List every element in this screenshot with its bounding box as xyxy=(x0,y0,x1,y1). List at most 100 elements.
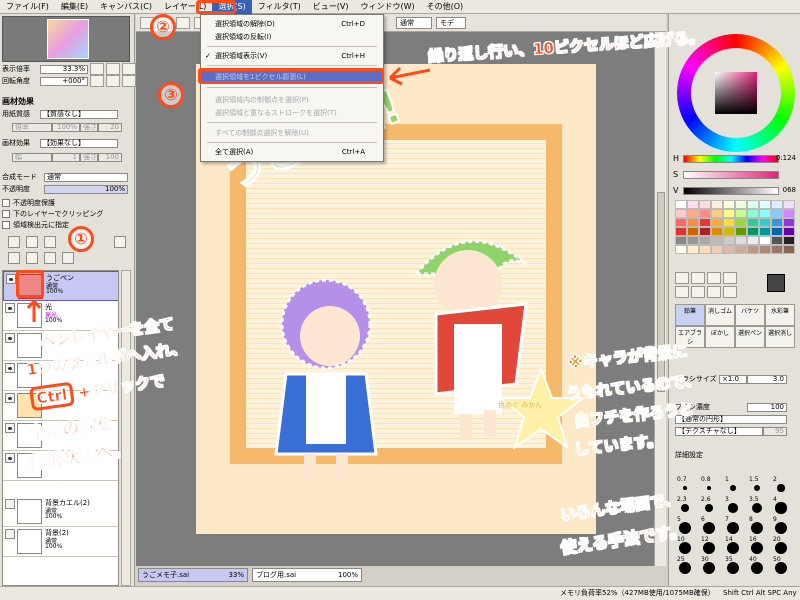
brush-size-dot[interactable] xyxy=(703,562,715,574)
color-swatch[interactable] xyxy=(723,245,735,254)
color-swatch[interactable] xyxy=(735,245,747,254)
color-swatch[interactable] xyxy=(771,236,783,245)
color-swatch[interactable] xyxy=(723,218,735,227)
color-swatch[interactable] xyxy=(699,236,711,245)
brush-density-field[interactable]: 100 xyxy=(747,402,787,412)
toolbar-blend-select[interactable]: 通常 xyxy=(396,16,432,29)
color-swatch[interactable] xyxy=(723,200,735,209)
color-swatch[interactable] xyxy=(723,209,735,218)
brush-size-dot[interactable] xyxy=(679,562,691,574)
layer-scrollbar[interactable] xyxy=(121,270,131,586)
color-swatch[interactable] xyxy=(711,209,723,218)
color-swatch[interactable] xyxy=(747,209,759,218)
rotate-left-button[interactable] xyxy=(90,75,104,87)
visibility-eye-icon[interactable] xyxy=(5,453,15,463)
color-swatch[interactable] xyxy=(759,209,771,218)
brush-size-dot[interactable] xyxy=(751,522,763,534)
lasso-tool-icon[interactable] xyxy=(691,272,705,284)
color-swatch[interactable] xyxy=(759,245,771,254)
brush-eraser[interactable]: 消しゴム xyxy=(705,304,735,326)
brush-size-dot[interactable] xyxy=(730,485,736,491)
protect-opacity-checkbox[interactable] xyxy=(2,199,10,207)
clear-layer-icon[interactable] xyxy=(44,252,56,264)
color-swatch[interactable] xyxy=(783,227,795,236)
layer-item[interactable]: 背景カエル(2) 通常 100% xyxy=(3,497,118,527)
document-tab[interactable]: うごメモ子.sai 33% xyxy=(138,568,248,582)
color-swatch[interactable] xyxy=(747,200,759,209)
color-swatch[interactable] xyxy=(699,200,711,209)
menu-view[interactable]: ビュー(V) xyxy=(307,0,355,14)
menu-deselect-control-points[interactable]: すべての制御点選択を解除(U) xyxy=(201,127,383,139)
brush-size-dot[interactable] xyxy=(681,504,689,512)
opacity-slider[interactable]: 100% xyxy=(44,184,128,194)
menu-other[interactable]: その他(O) xyxy=(421,0,470,14)
menu-show-selection[interactable]: ✓ 選択領域表示(V) Ctrl+H xyxy=(201,50,383,62)
brush-bucket[interactable]: バケツ xyxy=(735,304,765,326)
color-swatch[interactable] xyxy=(687,218,699,227)
menu-select-strokes[interactable]: 選択領域と重なるストロークを選択(T) xyxy=(201,107,383,119)
brush-size-dot[interactable] xyxy=(751,542,763,554)
rotate-right-button[interactable] xyxy=(106,75,120,87)
new-linework-layer-icon[interactable] xyxy=(26,236,38,248)
brush-size-dot[interactable] xyxy=(703,542,715,554)
color-swatch[interactable] xyxy=(699,218,711,227)
value-slider[interactable] xyxy=(683,187,779,195)
texture-select[interactable]: 【質感なし】 xyxy=(40,109,118,119)
color-swatch[interactable] xyxy=(711,200,723,209)
brush-size-dot[interactable] xyxy=(728,503,738,513)
new-layer-icon[interactable] xyxy=(8,236,20,248)
brush-size-dot[interactable] xyxy=(777,484,785,492)
hand-tool-icon[interactable] xyxy=(723,286,737,298)
color-swatch[interactable] xyxy=(711,227,723,236)
texture-strength-field[interactable]: 20 xyxy=(98,122,122,132)
color-swatch[interactable] xyxy=(675,209,687,218)
brush-size-dot[interactable] xyxy=(775,502,787,514)
color-swatch[interactable] xyxy=(771,218,783,227)
effect-select[interactable]: 【効果なし】 xyxy=(40,138,118,148)
brush-size-dot[interactable] xyxy=(727,542,739,554)
foreground-color-swatch[interactable] xyxy=(767,274,785,292)
layer-item[interactable]: 背景(2) 通常 100% xyxy=(3,527,118,557)
menu-filter[interactable]: フィルタ(T) xyxy=(252,0,307,14)
color-swatch[interactable] xyxy=(735,227,747,236)
brush-size-dot[interactable] xyxy=(679,542,691,554)
brush-detail-label[interactable]: 詳細設定 xyxy=(675,450,703,460)
zoom-in-button[interactable] xyxy=(106,63,120,75)
menu-window[interactable]: ウィンドウ(W) xyxy=(354,0,420,14)
copy-layer-icon[interactable] xyxy=(8,252,20,264)
color-swatch[interactable] xyxy=(747,245,759,254)
navigator[interactable] xyxy=(2,16,130,62)
canvas-vertical-scrollbar[interactable] xyxy=(654,32,666,566)
color-swatch[interactable] xyxy=(723,227,735,236)
color-swatch[interactable] xyxy=(771,209,783,218)
visibility-eye-icon[interactable] xyxy=(5,303,15,313)
color-swatch[interactable] xyxy=(747,227,759,236)
color-swatch[interactable] xyxy=(687,200,699,209)
brush-texture-strength[interactable]: 95 xyxy=(763,426,787,436)
zoom-tool-icon[interactable] xyxy=(691,286,705,298)
rotate-reset-button[interactable] xyxy=(122,75,136,87)
color-swatch[interactable] xyxy=(711,236,723,245)
brush-size-multiplier[interactable]: ×1.0 xyxy=(719,374,747,384)
zoom-field[interactable]: 33.3% xyxy=(40,64,88,74)
color-swatch[interactable] xyxy=(675,236,687,245)
color-swatch[interactable] xyxy=(735,200,747,209)
brush-size-dot[interactable] xyxy=(775,542,787,554)
magic-wand-icon[interactable] xyxy=(707,272,721,284)
brush-blur[interactable]: ぼかし xyxy=(705,326,735,348)
visibility-eye-icon[interactable] xyxy=(5,423,15,433)
color-swatch[interactable] xyxy=(711,245,723,254)
deselect-button[interactable] xyxy=(176,16,190,29)
color-swatch[interactable] xyxy=(771,200,783,209)
color-swatch[interactable] xyxy=(759,227,771,236)
rotate-tool-icon[interactable] xyxy=(707,286,721,298)
color-swatch[interactable] xyxy=(675,227,687,236)
menu-select-control-points[interactable]: 選択領域内の制御点を選択(P) xyxy=(201,94,383,106)
clipping-checkbox[interactable] xyxy=(2,210,10,218)
menu-select-all[interactable]: 全て選択(A) Ctrl+A xyxy=(201,146,383,158)
visibility-eye-icon[interactable] xyxy=(5,393,15,403)
color-swatch[interactable] xyxy=(747,218,759,227)
color-swatch[interactable] xyxy=(687,236,699,245)
color-swatch[interactable] xyxy=(771,227,783,236)
brush-watercolor[interactable]: 水彩筆 xyxy=(765,304,795,326)
